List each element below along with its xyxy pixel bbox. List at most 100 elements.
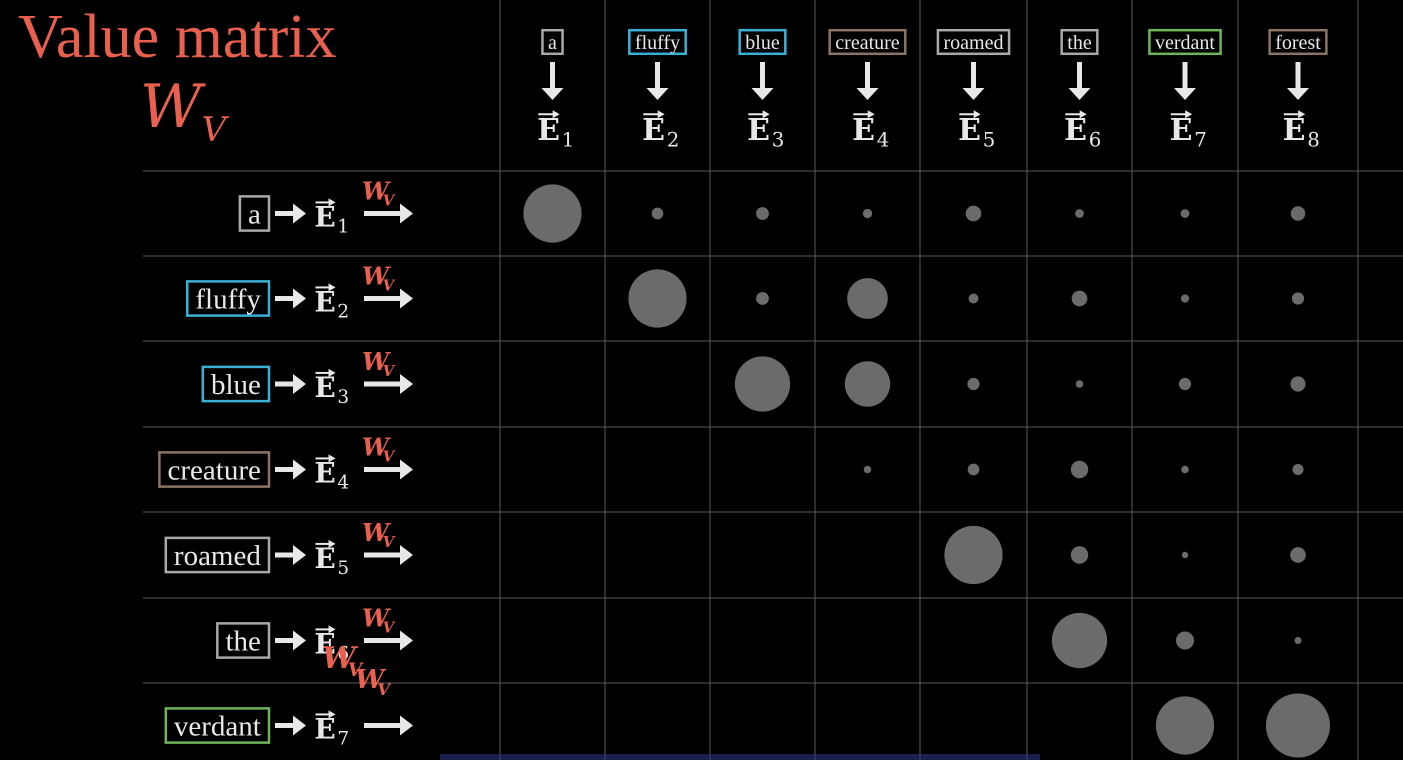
row-arrow-a-4-head — [293, 545, 306, 565]
dot-r3-c6 — [1075, 380, 1084, 388]
col-vector-5-index: 6 — [1089, 129, 1102, 152]
dot-r4-c8 — [1292, 463, 1304, 476]
row-arrow-b-1-head — [400, 288, 413, 309]
dot-r5-c7 — [1181, 551, 1189, 559]
dot-r3-c4 — [844, 361, 891, 407]
col-vector-2-letter: E — [747, 113, 770, 148]
dot-r1-c5 — [965, 205, 982, 222]
dot-r7-c8 — [1265, 693, 1331, 758]
col-arrow-7-head — [1287, 88, 1309, 100]
dot-r2-c6 — [1071, 290, 1088, 307]
row-vector-1-letter: E — [314, 286, 335, 319]
dot-r3-c8 — [1290, 376, 1306, 392]
dot-r2-c5 — [968, 293, 979, 304]
row-arrow-b-6-head — [400, 715, 413, 736]
row-vector-2-index: 3 — [337, 387, 349, 408]
row-wv-4-sub: V — [383, 533, 396, 551]
col-arrow-1-head — [646, 88, 669, 100]
row-vector-0-index: 1 — [337, 217, 349, 238]
col-vector-4-letter: E — [958, 113, 981, 148]
col-vector-6-letter: E — [1170, 113, 1193, 148]
row-wv-2-sub: V — [383, 362, 396, 380]
col-token-the-label: the — [1067, 32, 1092, 54]
col-arrow-0-head — [541, 88, 564, 100]
row-arrow-a-3-head — [293, 459, 306, 480]
dot-r3-c3 — [734, 356, 791, 412]
col-vector-1-letter: E — [642, 113, 665, 148]
dot-r1-c8 — [1290, 206, 1306, 221]
row-token-roamed-label: roamed — [174, 540, 261, 572]
col-vector-5-letter: E — [1064, 113, 1087, 148]
col-vector-7-index: 8 — [1307, 129, 1320, 152]
col-vector-3-index: 4 — [877, 129, 890, 152]
row-arrow-b-5-head — [400, 630, 413, 651]
dot-r5-c6 — [1070, 546, 1089, 564]
row-arrow-b-4-head — [400, 545, 413, 565]
dot-r4-c7 — [1181, 465, 1189, 474]
dot-r4-c4 — [863, 465, 872, 474]
col-vector-3-letter: E — [852, 113, 875, 148]
dot-r6-c6 — [1051, 612, 1108, 669]
row-arrow-a-2-head — [293, 374, 306, 394]
dot-r1-c1 — [523, 184, 582, 243]
row-vector-0-letter: E — [314, 201, 335, 234]
row-vector-1-index: 2 — [337, 302, 349, 323]
row-vector-4-index: 5 — [337, 558, 349, 579]
dot-r5-c5 — [944, 525, 1003, 585]
row-token-fluffy-label: fluffy — [195, 283, 261, 315]
dot-r1-c7 — [1180, 209, 1190, 218]
row-vector-3-index: 4 — [337, 473, 349, 494]
col-vector-1-index: 2 — [667, 129, 680, 152]
col-token-verdant-label: verdant — [1155, 32, 1215, 54]
col-vector-2-index: 3 — [772, 129, 785, 152]
col-token-creature-label: creature — [835, 32, 900, 54]
dot-r2-c3 — [756, 292, 769, 305]
col-vector-0-letter: E — [537, 113, 560, 148]
dot-r1-c2 — [651, 207, 664, 220]
row-token-verdant-label: verdant — [174, 710, 261, 742]
col-arrow-6-head — [1174, 88, 1196, 100]
row-vector-4-letter: E — [314, 542, 335, 575]
col-vector-6-index: 7 — [1194, 129, 1207, 152]
row-arrow-b-2-head — [400, 374, 413, 394]
dot-r4-c5 — [967, 463, 980, 476]
row-arrow-b-3-head — [400, 459, 413, 480]
row-token-a-label: a — [248, 198, 261, 230]
col-arrow-5-head — [1068, 88, 1091, 100]
dot-r1-c3 — [756, 207, 769, 220]
row-token-blue-label: blue — [211, 369, 261, 401]
col-token-blue-label: blue — [745, 32, 780, 54]
row-arrow-a-5-head — [293, 630, 306, 651]
row-token-creature-label: creature — [168, 454, 261, 486]
row-vector-6-letter: E — [314, 713, 335, 746]
col-arrow-2-head — [751, 88, 774, 100]
row-vector-2-letter: E — [314, 371, 335, 404]
col-vector-4-index: 5 — [983, 129, 996, 152]
dot-r7-c7 — [1155, 696, 1215, 755]
col-token-a-label: a — [548, 32, 557, 54]
dot-r4-c6 — [1070, 460, 1089, 479]
value-matrix-diagram: Value matrix WV a E 1 fluffy E 2 blue E 3 creatur… — [0, 0, 1403, 760]
dot-r2-c8 — [1291, 292, 1305, 305]
col-vector-0-index: 1 — [562, 129, 575, 152]
col-token-forest-label: forest — [1275, 32, 1321, 54]
row-vector-3-letter: E — [314, 457, 335, 490]
row-wv-5-sub: V — [383, 619, 396, 637]
col-token-roamed-label: roamed — [944, 32, 1004, 54]
dot-r2-c2 — [628, 269, 687, 328]
row-wv-1-sub: V — [383, 277, 396, 295]
faint-overlay — [440, 754, 1040, 760]
row-vector-6-index: 7 — [337, 729, 349, 750]
stray-wv-2-sub: V — [377, 680, 391, 699]
dot-r5-c8 — [1290, 547, 1306, 563]
row-wv-3-sub: V — [383, 448, 396, 466]
attention-grid: aE 1fluffyE 2blueE 3creatureE 4roamedE 5theE 6… — [143, 0, 1403, 760]
dot-r3-c5 — [967, 377, 980, 391]
row-wv-0-sub: V — [383, 192, 396, 210]
dot-r2-c7 — [1180, 294, 1190, 303]
dot-r3-c7 — [1178, 377, 1192, 391]
col-vector-7-letter: E — [1283, 113, 1306, 148]
dot-r6-c8 — [1294, 637, 1302, 644]
col-token-fluffy-label: fluffy — [635, 32, 680, 54]
dot-r1-c6 — [1075, 209, 1084, 218]
